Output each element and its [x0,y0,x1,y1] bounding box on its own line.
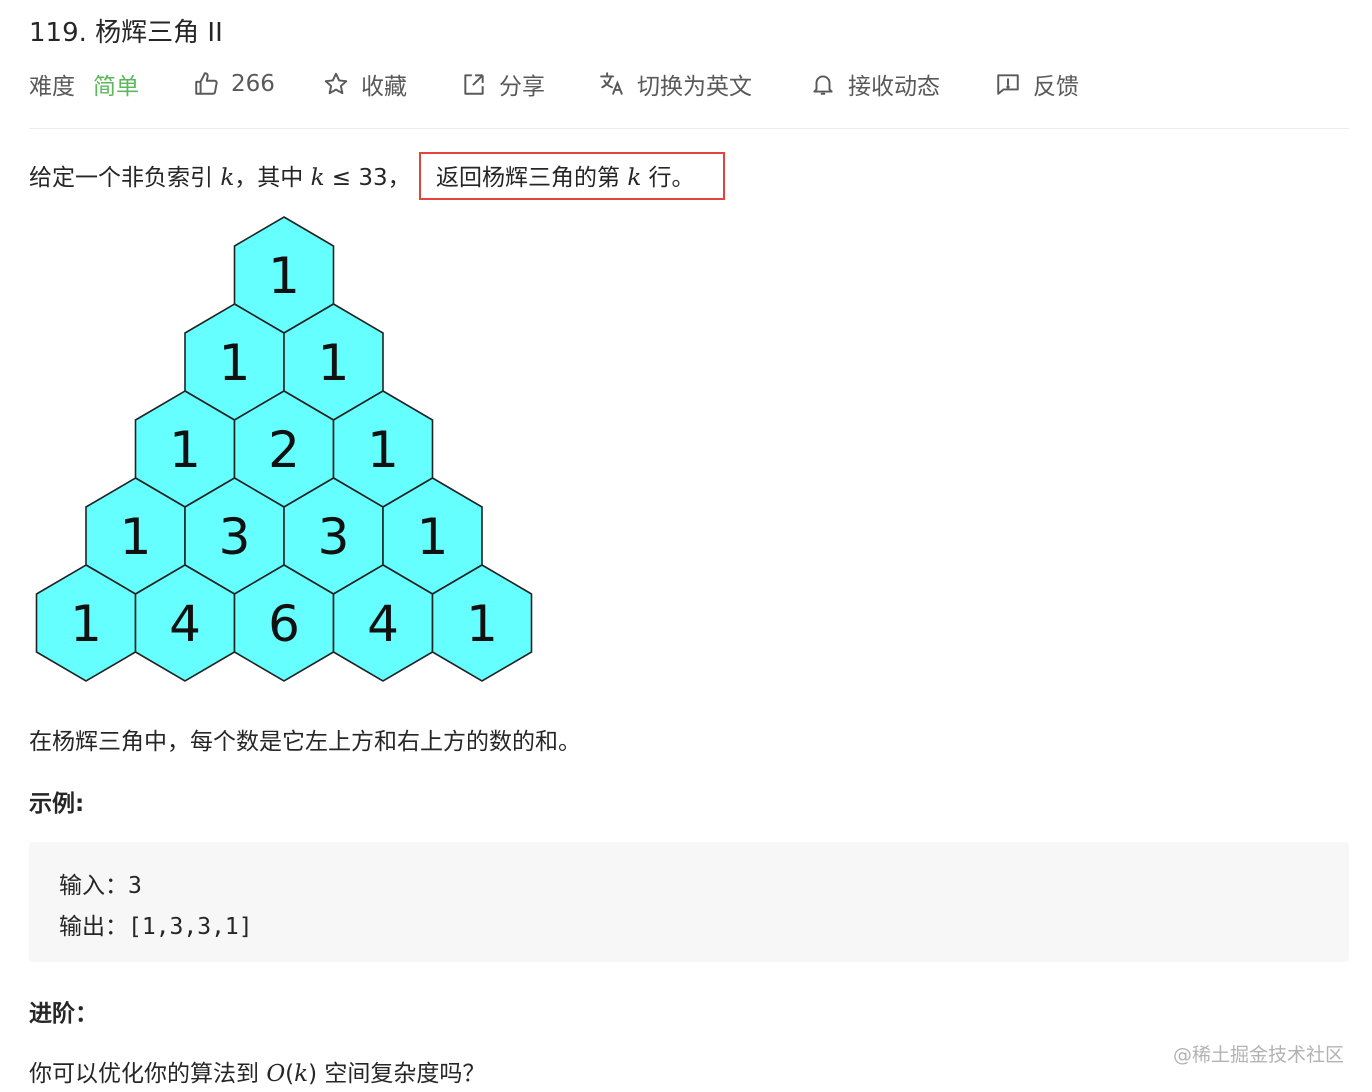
triangle-cell-value: 4 [367,595,399,653]
share-icon [464,74,484,95]
output-label: 输出： [59,914,128,940]
triangle-cell-value: 1 [120,508,152,566]
followup-heading: 进阶： [29,1001,98,1027]
page-title: 119. 杨辉三角 II [29,18,223,48]
problem-meta-bar: 难度 简单 266 收藏 分享 切换为英文 接收动态 反馈 [29,64,1349,104]
var-k: k [220,165,235,191]
example-heading: 示例: [29,791,85,817]
var-k: k [310,165,325,191]
share-button[interactable]: 分享 [461,64,545,104]
triangle-cell-value: 2 [268,421,300,479]
translate-icon [600,72,623,95]
switch-language-button[interactable]: 切换为英文 [599,64,752,104]
notify-label: 接收动态 [848,74,940,100]
thumbs-up-icon [195,72,218,95]
input-label: 输入： [59,873,128,899]
pascal-triangle-image: 11 11 2 11 3 3 11 4 6 4 1 [35,216,533,682]
description-paragraph-1: 给定一个非负索引 k，其中 k ≤ 33， [29,165,411,191]
notify-button[interactable]: 接收动态 [810,64,940,104]
triangle-cell-value: 1 [268,247,300,305]
triangle-cell-value: 1 [318,334,350,392]
example-output-line: 输出：[1,3,3,1] [59,907,253,941]
input-value: 3 [128,873,142,899]
triangle-cell-value: 1 [466,595,498,653]
difficulty-badge: 简单 [93,74,139,100]
difficulty: 难度 简单 [29,64,139,104]
favorite-label: 收藏 [361,74,407,100]
triangle-cell-value: 3 [318,508,350,566]
feedback-button[interactable]: 反馈 [995,64,1079,104]
like-count: 266 [231,71,275,97]
example-input-line: 输入：3 [59,866,142,900]
triangle-cell-value: 3 [219,508,251,566]
triangle-cell-value: 4 [169,595,201,653]
triangle-cell-value: 1 [417,508,449,566]
triangle-cell-value: 1 [367,421,399,479]
example-code-block: 输入：3 输出：[1,3,3,1] [29,842,1349,962]
output-value: [1,3,3,1] [128,914,253,940]
favorite-button[interactable]: 收藏 [323,64,407,104]
star-icon [324,72,348,95]
triangle-cell-value: 1 [219,334,251,392]
feedback-icon [997,74,1019,95]
triangle-cell-value: 1 [70,595,102,653]
feedback-label: 反馈 [1033,74,1079,100]
switch-language-label: 切换为英文 [637,74,752,100]
var-k: k [627,165,642,191]
description-paragraph-2: 在杨辉三角中，每个数是它左上方和右上方的数的和。 [29,729,581,755]
triangle-cell-value: 1 [169,421,201,479]
like-button[interactable]: 266 [193,64,275,104]
difficulty-label: 难度 [29,74,75,100]
watermark: @稀土掘金技术社区 [1172,1044,1344,1066]
bell-icon [813,75,833,95]
triangle-cell-value: 6 [268,595,300,653]
highlighted-text: 返回杨辉三角的第 k 行。 [436,165,695,191]
followup-text: 你可以优化你的算法到 O(k) 空间复杂度吗？ [29,1061,486,1087]
divider [29,128,1349,129]
share-label: 分享 [499,74,545,100]
